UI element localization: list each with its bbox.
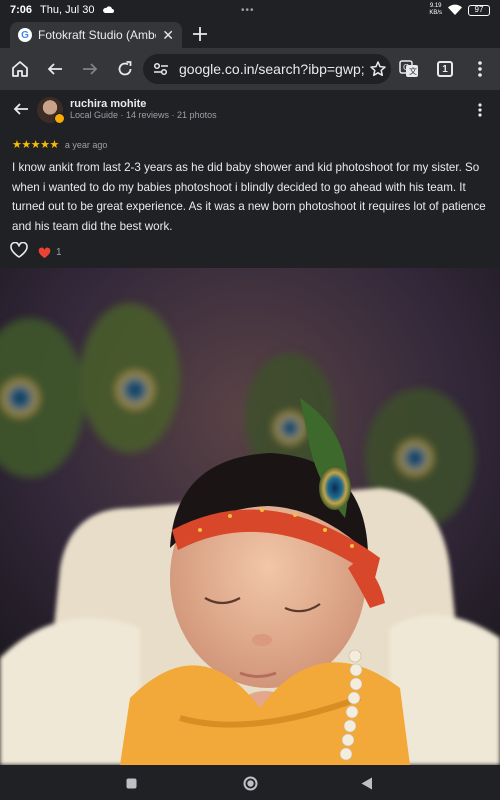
triangle-back-nav-icon <box>361 777 372 789</box>
tab-strip: G Fotokraft Studio (Ambernath ✕ <box>0 20 500 48</box>
translate-button[interactable]: G文 <box>397 57 421 81</box>
more-dots-icon: ••• <box>241 5 255 16</box>
battery-icon: 97 <box>468 4 490 16</box>
forward-button[interactable] <box>78 57 102 81</box>
review-body: ★★★★★ a year ago I know ankit from last … <box>0 130 500 268</box>
more-vert-icon <box>478 103 482 117</box>
tab-title: Fotokraft Studio (Ambernath <box>38 28 156 42</box>
home-nav-button[interactable] <box>240 773 260 793</box>
reviewer-meta: Local Guide · 14 reviews · 21 photos <box>70 110 217 120</box>
heart-filled-icon <box>38 247 51 258</box>
cloud-icon <box>102 4 115 16</box>
review-text: I know ankit from last 2-3 years as he d… <box>12 161 486 233</box>
review-back-button[interactable] <box>10 98 32 120</box>
tune-icon[interactable] <box>153 62 171 76</box>
circle-home-nav-icon <box>243 776 257 790</box>
review-header: ruchira mohite Local Guide · 14 reviews … <box>0 90 500 130</box>
status-time: 7:06 <box>10 4 33 16</box>
like-count-badge: 1 <box>38 247 62 259</box>
newborn-photo-image <box>0 268 500 765</box>
review-actions: 1 <box>10 241 62 263</box>
back-nav-button[interactable] <box>357 773 377 793</box>
address-bar[interactable]: google.co.in/search?ibp=gwp;0,7 <box>143 54 391 84</box>
review-age: a year ago <box>64 139 108 150</box>
like-count: 1 <box>56 247 62 258</box>
forward-arrow-icon <box>83 63 98 75</box>
status-bar: 7:06 Thu, Jul 30 ••• 9.19 KB/s 97 <box>0 0 500 20</box>
recents-button[interactable] <box>121 773 141 793</box>
browser-toolbar: google.co.in/search?ibp=gwp;0,7 G文 1 <box>0 48 500 90</box>
rating-row: ★★★★★ a year ago <box>12 138 107 151</box>
translate-icon: G文 <box>399 60 418 77</box>
back-button[interactable] <box>43 57 67 81</box>
more-vert-icon <box>478 61 482 77</box>
heart-outline-icon <box>10 241 28 258</box>
browser-tab[interactable]: G Fotokraft Studio (Ambernath ✕ <box>10 22 182 48</box>
local-guide-badge-icon <box>54 113 65 124</box>
home-icon <box>12 61 28 77</box>
review-menu-button[interactable] <box>470 99 490 121</box>
browser-menu-button[interactable] <box>468 57 492 81</box>
system-nav-bar <box>0 765 500 800</box>
status-date: Thu, Jul 30 <box>40 4 95 16</box>
svg-text:文: 文 <box>409 66 417 76</box>
plus-icon <box>193 27 207 41</box>
like-button[interactable] <box>10 241 28 263</box>
reviewer-name[interactable]: ruchira mohite <box>70 98 146 110</box>
review-photo[interactable] <box>0 268 500 765</box>
reload-button[interactable] <box>113 57 137 81</box>
url-text: google.co.in/search?ibp=gwp;0,7 <box>179 61 365 77</box>
net-speed: 9.19 KB/s <box>429 3 442 16</box>
square-nav-icon <box>126 778 136 788</box>
close-icon[interactable]: ✕ <box>162 27 174 44</box>
home-button[interactable] <box>8 57 32 81</box>
bookmark-star-button[interactable] <box>365 61 391 77</box>
star-rating: ★★★★★ <box>12 139 59 151</box>
back-arrow-icon <box>13 103 28 115</box>
wifi-icon <box>448 4 462 17</box>
tab-switcher-button[interactable]: 1 <box>433 57 457 81</box>
battery-level: 97 <box>474 5 484 14</box>
tab-count: 1 <box>437 61 453 77</box>
back-arrow-icon <box>47 63 62 75</box>
reload-icon <box>118 61 132 76</box>
google-favicon: G <box>18 28 32 42</box>
star-icon <box>370 61 386 77</box>
new-tab-button[interactable] <box>188 22 212 46</box>
